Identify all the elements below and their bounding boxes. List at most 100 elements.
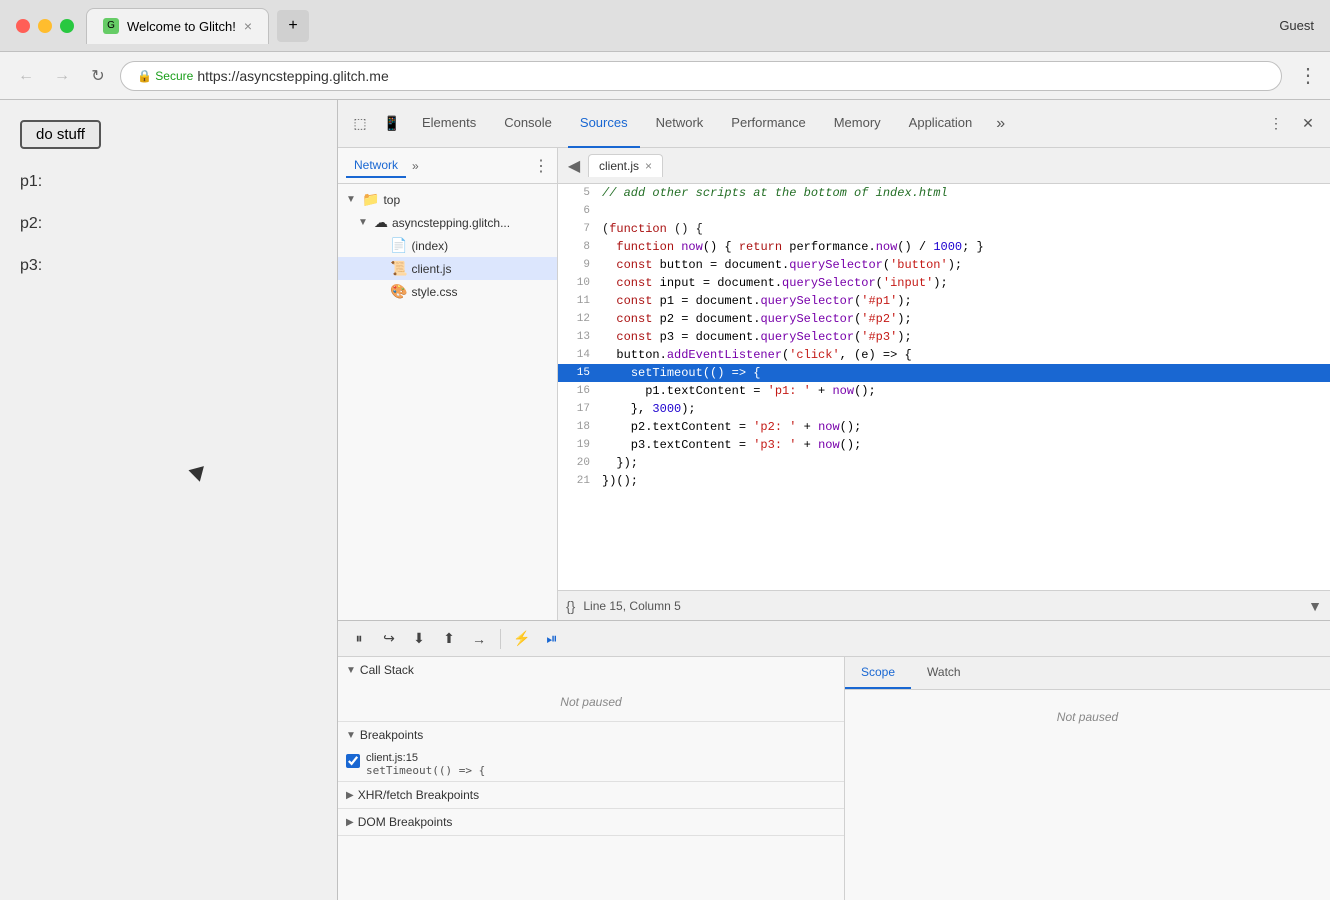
tree-item-style-css[interactable]: 🎨 style.css bbox=[338, 280, 557, 303]
tab-sources[interactable]: Sources bbox=[568, 100, 640, 148]
tab-application[interactable]: Application bbox=[897, 100, 985, 148]
tab-bar: G Welcome to Glitch! × + bbox=[86, 8, 1267, 44]
cloud-icon: ☁ bbox=[374, 214, 388, 231]
element-picker-icon[interactable]: ⬚ bbox=[346, 110, 374, 138]
browser-tab[interactable]: G Welcome to Glitch! × bbox=[86, 8, 269, 44]
browser-menu-button[interactable]: ⋮ bbox=[1298, 63, 1318, 88]
tree-arrow-domain: ▼ bbox=[358, 217, 370, 228]
editor-file-tab-label: client.js bbox=[599, 159, 639, 173]
breakpoint-checkbox[interactable] bbox=[346, 754, 360, 768]
tree-item-index[interactable]: 📄 (index) bbox=[338, 234, 557, 257]
tab-favicon: G bbox=[103, 18, 119, 34]
tab-title: Welcome to Glitch! bbox=[127, 19, 236, 34]
call-stack-content: Not paused bbox=[338, 683, 844, 721]
dom-breakpoints-header[interactable]: ▶ DOM Breakpoints bbox=[338, 809, 844, 835]
p1-label: p1: bbox=[20, 173, 317, 191]
step-button[interactable]: → bbox=[466, 626, 492, 652]
file-tree: ▼ 📁 top ▼ ☁ asyncstepping.glitch... 📄 bbox=[338, 184, 557, 620]
cursor-position: Line 15, Column 5 bbox=[583, 599, 1300, 613]
code-line-18: 18 p2.textContent = 'p2: ' + now(); bbox=[558, 418, 1330, 436]
pause-resume-button[interactable]: ⏸ bbox=[346, 626, 372, 652]
tab-elements[interactable]: Elements bbox=[410, 100, 488, 148]
tab-network[interactable]: Network bbox=[644, 100, 716, 148]
editor-file-tab-close[interactable]: × bbox=[645, 159, 652, 173]
tree-arrow-top: ▼ bbox=[346, 194, 358, 205]
breakpoints-section: ▼ Breakpoints client.js:15 setTimeout(()… bbox=[338, 722, 844, 782]
tab-close-button[interactable]: × bbox=[244, 18, 252, 34]
top-label: top bbox=[383, 193, 400, 207]
device-toolbar-icon[interactable]: 📱 bbox=[378, 110, 406, 138]
folder-icon: 📁 bbox=[362, 191, 379, 208]
step-out-button[interactable]: ⬆ bbox=[436, 626, 462, 652]
xhr-breakpoints-header[interactable]: ▶ XHR/fetch Breakpoints bbox=[338, 782, 844, 808]
code-line-11: 11 const p1 = document.querySelector('#p… bbox=[558, 292, 1330, 310]
xhr-breakpoints-section: ▶ XHR/fetch Breakpoints bbox=[338, 782, 844, 809]
toolbar-separator bbox=[500, 629, 501, 649]
back-button[interactable]: ← bbox=[12, 62, 40, 90]
sources-more-button[interactable]: » bbox=[412, 159, 419, 173]
not-paused-label: Not paused bbox=[350, 687, 832, 717]
maximize-traffic-light[interactable] bbox=[60, 19, 74, 33]
url-text: https://asyncstepping.glitch.me bbox=[197, 68, 388, 84]
breakpoint-item: client.js:15 setTimeout(() => { bbox=[338, 748, 844, 781]
tree-item-top[interactable]: ▼ 📁 top bbox=[338, 188, 557, 211]
tree-item-client-js[interactable]: 📜 client.js bbox=[338, 257, 557, 280]
css-file-icon: 🎨 bbox=[390, 283, 407, 300]
forward-button[interactable]: → bbox=[48, 62, 76, 90]
call-stack-label: Call Stack bbox=[360, 663, 414, 677]
minimize-traffic-light[interactable] bbox=[38, 19, 52, 33]
breakpoint-info: client.js:15 setTimeout(() => { bbox=[366, 752, 485, 777]
js-file-icon: 📜 bbox=[390, 260, 407, 277]
sources-options-button[interactable]: ⋮ bbox=[533, 156, 549, 176]
watch-tab[interactable]: Watch bbox=[911, 657, 977, 689]
new-tab-button[interactable]: + bbox=[277, 10, 309, 42]
code-editor-area[interactable]: 5 // add other scripts at the bottom of … bbox=[558, 184, 1330, 590]
code-line-9: 9 const button = document.querySelector(… bbox=[558, 256, 1330, 274]
code-line-7: 7 (function () { bbox=[558, 220, 1330, 238]
secure-icon: 🔒 Secure bbox=[137, 69, 193, 83]
devtools-panel: ⬚ 📱 Elements Console Sources Network Per… bbox=[337, 100, 1330, 900]
close-traffic-light[interactable] bbox=[16, 19, 30, 33]
pause-on-exceptions-button[interactable]: ⏯ bbox=[539, 626, 565, 652]
dom-breakpoints-label: DOM Breakpoints bbox=[358, 815, 453, 829]
step-over-button[interactable]: ↪ bbox=[376, 626, 402, 652]
tree-item-domain[interactable]: ▼ ☁ asyncstepping.glitch... bbox=[338, 211, 557, 234]
refresh-button[interactable]: ↻ bbox=[84, 62, 112, 90]
scope-tab[interactable]: Scope bbox=[845, 657, 911, 689]
scope-not-paused: Not paused bbox=[845, 690, 1330, 744]
devtools-topbar: ⬚ 📱 Elements Console Sources Network Per… bbox=[338, 100, 1330, 148]
editor-file-tab-client-js[interactable]: client.js × bbox=[588, 154, 663, 177]
page-content: do stuff p1: p2: p3: bbox=[0, 100, 337, 900]
xhr-arrow: ▶ bbox=[346, 790, 354, 801]
code-line-13: 13 const p3 = document.querySelector('#p… bbox=[558, 328, 1330, 346]
editor-back-button[interactable]: ◀ bbox=[562, 154, 586, 178]
deactivate-breakpoints-button[interactable]: ⚡ bbox=[509, 626, 535, 652]
code-line-19: 19 p3.textContent = 'p3: ' + now(); bbox=[558, 436, 1330, 454]
style-css-label: style.css bbox=[411, 285, 457, 299]
debug-content: ▼ Call Stack Not paused ▼ Breakpoints bbox=[338, 657, 1330, 900]
devtools-options-button[interactable]: ⋮ bbox=[1262, 110, 1290, 138]
devtools-close-button[interactable]: ✕ bbox=[1294, 110, 1322, 138]
more-tabs-button[interactable]: » bbox=[988, 115, 1013, 133]
title-bar: G Welcome to Glitch! × + Guest bbox=[0, 0, 1330, 52]
format-icon[interactable]: {} bbox=[566, 598, 575, 614]
debugger-bottom-panel: ⏸ ↪ ⬇ ⬆ → ⚡ ⏯ ▼ Call Stack bbox=[338, 620, 1330, 900]
code-line-17: 17 }, 3000); bbox=[558, 400, 1330, 418]
status-bar-arrow[interactable]: ▼ bbox=[1308, 598, 1322, 614]
sources-network-tab[interactable]: Network bbox=[346, 154, 406, 178]
breakpoints-header[interactable]: ▼ Breakpoints bbox=[338, 722, 844, 748]
debug-right-panel: Scope Watch Not paused bbox=[845, 657, 1330, 900]
tab-performance[interactable]: Performance bbox=[719, 100, 817, 148]
code-line-8: 8 function now() { return performance.no… bbox=[558, 238, 1330, 256]
do-stuff-button[interactable]: do stuff bbox=[20, 120, 101, 149]
index-file-label: (index) bbox=[411, 239, 448, 253]
call-stack-header[interactable]: ▼ Call Stack bbox=[338, 657, 844, 683]
step-into-button[interactable]: ⬇ bbox=[406, 626, 432, 652]
tab-console[interactable]: Console bbox=[492, 100, 564, 148]
address-input[interactable]: 🔒 Secure https://asyncstepping.glitch.me bbox=[120, 61, 1282, 91]
p2-label: p2: bbox=[20, 215, 317, 233]
editor-file-tabs: ◀ client.js × bbox=[558, 148, 1330, 184]
secure-label: Secure bbox=[155, 69, 193, 83]
devtools-topbar-right: ⋮ ✕ bbox=[1262, 110, 1322, 138]
tab-memory[interactable]: Memory bbox=[822, 100, 893, 148]
